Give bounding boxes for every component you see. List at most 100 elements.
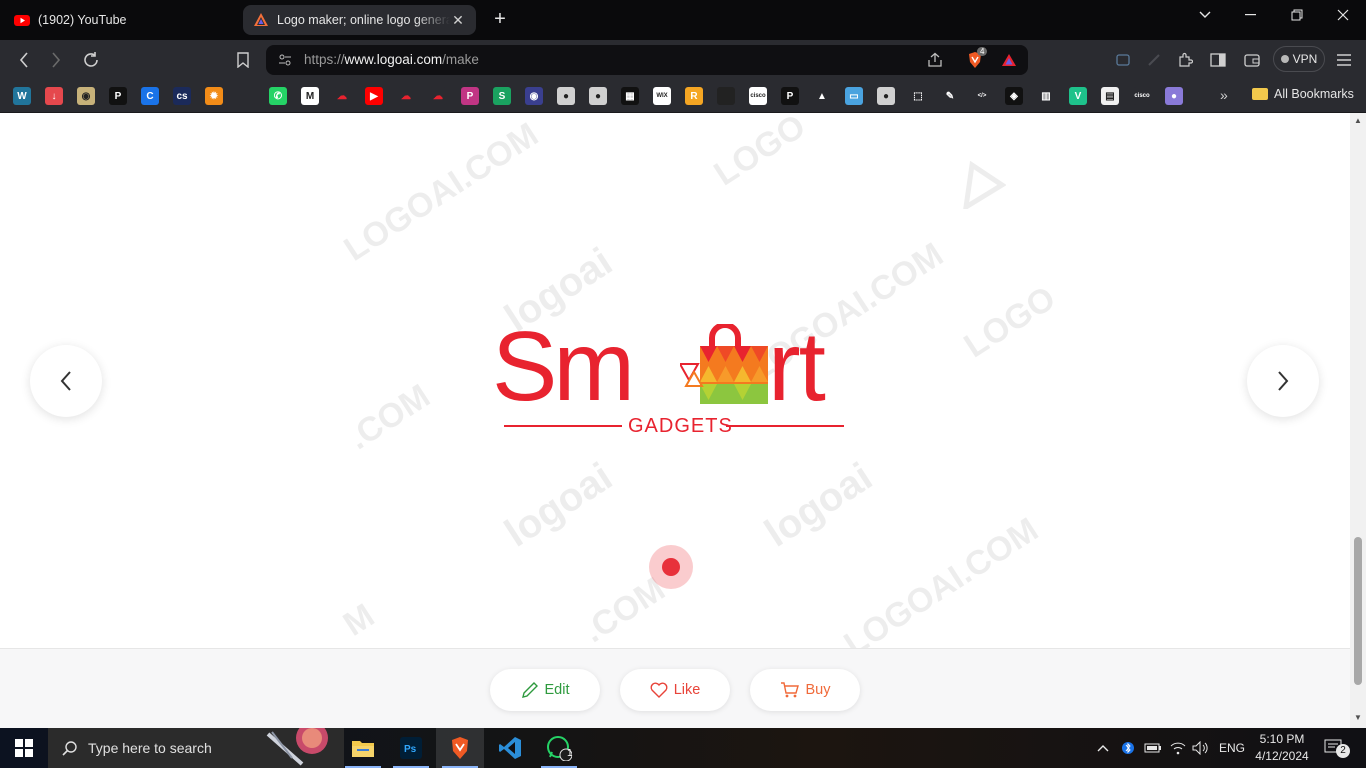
v-icon[interactable]: V: [1069, 87, 1087, 105]
watermark: LOGOAI.COM: [337, 115, 545, 269]
wallet-icon[interactable]: [1240, 48, 1264, 72]
share-icon[interactable]: [926, 51, 944, 69]
chevron-right-icon: [1278, 371, 1289, 391]
gmail-icon[interactable]: M: [301, 87, 319, 105]
battery-icon[interactable]: [1144, 728, 1162, 768]
cloud-red-icon[interactable]: ☁: [429, 87, 447, 105]
wordpress-icon[interactable]: W: [13, 87, 31, 105]
whatsapp-icon[interactable]: ✆: [269, 87, 287, 105]
notification-count: 2: [1336, 744, 1350, 758]
cloud-red-icon[interactable]: ☁: [333, 87, 351, 105]
menu-icon[interactable]: [1332, 48, 1356, 72]
orb-icon[interactable]: ●: [1165, 87, 1183, 105]
language-indicator[interactable]: ENG: [1219, 728, 1245, 768]
tab-youtube[interactable]: (1902) YouTube: [4, 5, 236, 35]
notification-center-button[interactable]: 2: [1324, 728, 1350, 768]
scroll-thumb[interactable]: [1354, 537, 1362, 685]
wix-icon[interactable]: WIX: [653, 87, 671, 105]
download-icon[interactable]: ↓: [45, 87, 63, 105]
p-icon[interactable]: P: [109, 87, 127, 105]
page-scrollbar[interactable]: ▲ ▼: [1350, 113, 1366, 728]
restore-button[interactable]: [1274, 0, 1320, 30]
next-logo-button[interactable]: [1247, 345, 1319, 417]
like-button[interactable]: Like: [620, 669, 730, 711]
edit-button[interactable]: Edit: [490, 669, 600, 711]
globe-icon[interactable]: ●: [557, 87, 575, 105]
link-extension-icon[interactable]: [1142, 48, 1166, 72]
minimize-button[interactable]: [1228, 0, 1274, 30]
previous-logo-button[interactable]: [30, 345, 102, 417]
taskbar-search-box[interactable]: Type here to search: [48, 728, 344, 768]
diamond-icon[interactable]: ◈: [1005, 87, 1023, 105]
forward-button[interactable]: [44, 48, 68, 72]
show-hidden-icons-button[interactable]: [1096, 728, 1110, 768]
vpn-button[interactable]: VPN: [1273, 46, 1325, 72]
page-icon[interactable]: ▤: [1101, 87, 1119, 105]
globe-icon[interactable]: ●: [877, 87, 895, 105]
emblem-icon[interactable]: ◉: [77, 87, 95, 105]
wallet-extension-icon[interactable]: [1111, 48, 1135, 72]
wifi-icon[interactable]: [1170, 728, 1186, 768]
scroll-up-icon[interactable]: ▲: [1353, 116, 1363, 126]
taskbar-file-explorer[interactable]: [339, 728, 387, 768]
new-tab-button[interactable]: +: [488, 8, 512, 32]
reload-button[interactable]: [79, 48, 103, 72]
tab-logoai[interactable]: Logo maker; online logo genera ✕: [243, 5, 476, 35]
record-indicator[interactable]: [649, 545, 693, 589]
all-bookmarks-button[interactable]: All Bookmarks: [1252, 87, 1354, 101]
site-settings-icon[interactable]: [276, 51, 294, 69]
extensions-icon[interactable]: [1173, 48, 1197, 72]
s-green-icon[interactable]: S: [493, 87, 511, 105]
whatsapp-badge: 1: [567, 748, 573, 759]
c-icon[interactable]: C: [141, 87, 159, 105]
sidebar-icon[interactable]: [1206, 48, 1230, 72]
scroll-down-icon[interactable]: ▼: [1353, 713, 1363, 723]
tab-search-chevron-icon[interactable]: [1182, 0, 1228, 30]
p-white-icon[interactable]: P: [781, 87, 799, 105]
action-bar: Edit Like Buy: [0, 648, 1350, 728]
globe-icon[interactable]: ●: [589, 87, 607, 105]
box-icon[interactable]: ⬚: [909, 87, 927, 105]
system-clock[interactable]: 5:10 PM 4/12/2024: [1252, 731, 1312, 765]
brave-shields-icon[interactable]: 4: [966, 47, 988, 69]
picsart-icon[interactable]: P: [461, 87, 479, 105]
blank-icon[interactable]: [237, 87, 255, 105]
volume-icon[interactable]: [1192, 728, 1208, 768]
page-content: LOGOAI.COM LOGO LOGO LOGOAI.COM .COM LOG…: [0, 113, 1350, 728]
cloud-red-icon[interactable]: ☁: [397, 87, 415, 105]
photoshop-icon: Ps: [400, 737, 422, 759]
search-icon: [62, 741, 77, 756]
start-button[interactable]: [0, 728, 48, 768]
logo-word-left: Sm: [492, 311, 635, 421]
cisco-icon[interactable]: cisco: [749, 87, 767, 105]
taskbar-vscode[interactable]: [486, 728, 534, 768]
pencil-icon[interactable]: ✎: [941, 87, 959, 105]
bookmarks-overflow-icon[interactable]: »: [1220, 87, 1228, 103]
brave-rewards-icon[interactable]: [1000, 51, 1018, 69]
close-tab-icon[interactable]: ✕: [450, 12, 466, 28]
cs-icon[interactable]: cs: [173, 87, 191, 105]
r-icon[interactable]: R: [685, 87, 703, 105]
taskbar-whatsapp[interactable]: 1: [535, 728, 583, 768]
triangle-icon[interactable]: ▲: [813, 87, 831, 105]
buy-button[interactable]: Buy: [750, 669, 860, 711]
taskbar-photoshop[interactable]: Ps: [387, 728, 435, 768]
dark-icon[interactable]: [717, 87, 735, 105]
window-icon[interactable]: ▭: [845, 87, 863, 105]
code-icon[interactable]: </>: [973, 87, 991, 105]
chevron-left-icon: [60, 371, 71, 391]
taskbar-brave[interactable]: [436, 728, 484, 768]
back-button[interactable]: [12, 48, 36, 72]
youtube-icon[interactable]: ▶: [365, 87, 383, 105]
pencil-icon: [521, 682, 538, 698]
cisco-gray-icon[interactable]: cisco: [1133, 87, 1151, 105]
gear-orange-icon[interactable]: ✹: [205, 87, 223, 105]
chart-icon[interactable]: ▥: [1037, 87, 1055, 105]
tab-title: Logo maker; online logo genera: [277, 13, 450, 27]
address-bar[interactable]: https://www.logoai.com/make 4: [266, 45, 1028, 75]
close-window-button[interactable]: [1320, 0, 1366, 30]
bookmark-icon[interactable]: [231, 48, 255, 72]
bluetooth-icon[interactable]: [1122, 728, 1134, 768]
qr-icon[interactable]: ▦: [621, 87, 639, 105]
eye-icon[interactable]: ◉: [525, 87, 543, 105]
